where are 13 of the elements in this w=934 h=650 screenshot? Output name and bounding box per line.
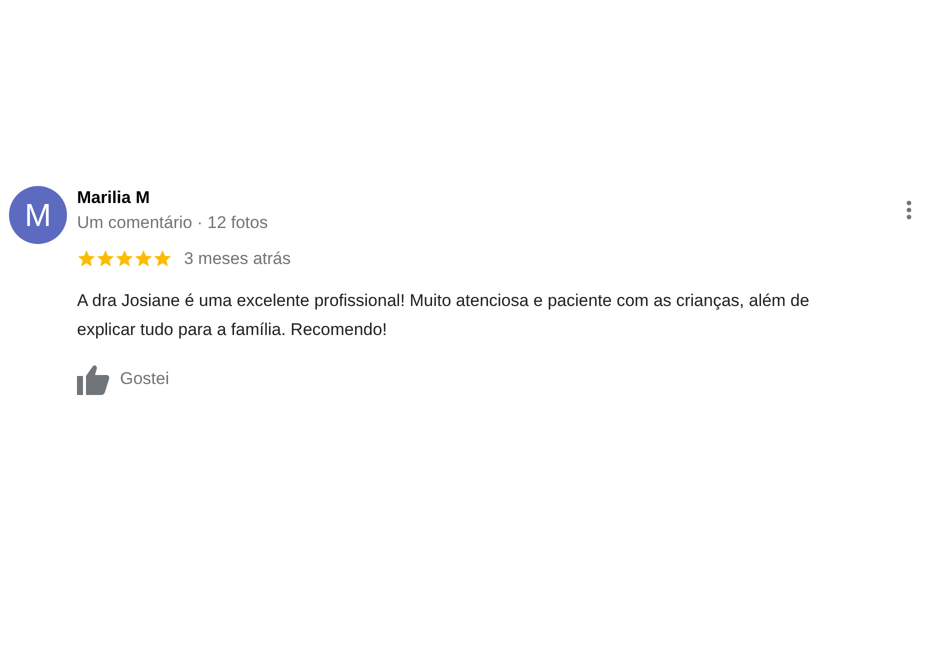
star-icon <box>134 249 153 268</box>
thumbs-up-icon <box>77 364 110 394</box>
star-icon <box>153 249 172 268</box>
author-meta: Um comentário · 12 fotos <box>77 212 268 234</box>
star-icon <box>77 249 96 268</box>
more-options-icon[interactable] <box>906 200 912 220</box>
avatar: M <box>9 186 67 244</box>
author-name[interactable]: Marilia M <box>77 187 150 209</box>
review-time: 3 meses atrás <box>184 248 291 270</box>
star-icon <box>96 249 115 268</box>
review-text: A dra Josiane é uma excelente profissional! Muito atenciosa e paciente com as crianças, além de explicar tudo para a família. Recomendo! <box>77 290 810 340</box>
star-icon <box>115 249 134 268</box>
like-button[interactable]: Gostei <box>77 364 170 394</box>
